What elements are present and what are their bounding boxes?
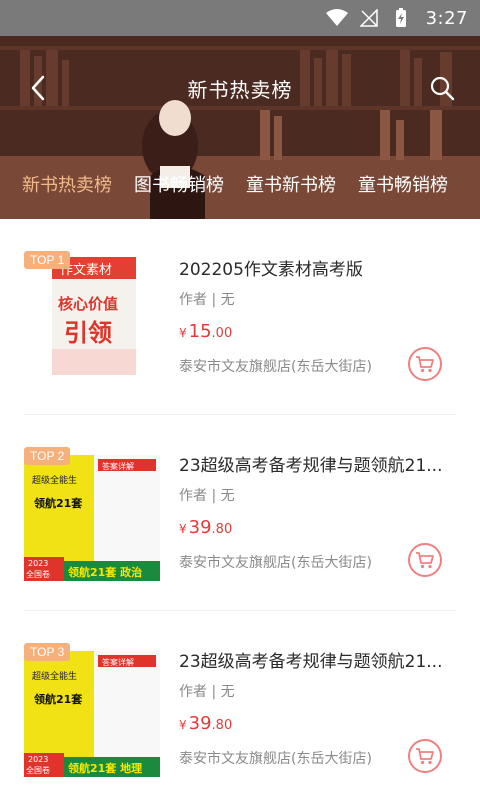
list-item[interactable]: TOP 1 作文素材 核心价值 引领 202205作文素材高考版 作者 | 无 … bbox=[24, 219, 456, 415]
clock: 3:27 bbox=[425, 7, 468, 29]
page-title: 新书热卖榜 bbox=[187, 77, 293, 102]
cover-title: 领航21套 bbox=[33, 496, 83, 510]
book-price: ¥39.80 bbox=[179, 713, 459, 734]
cover-answer-label: 答案详解 bbox=[102, 657, 134, 667]
book-title[interactable]: 23超级高考备考规律与题领航21... bbox=[179, 451, 459, 475]
add-to-cart-button[interactable] bbox=[408, 347, 442, 381]
status-bar: 3:27 bbox=[0, 0, 480, 36]
header-banner: 新书热卖榜 新书热卖榜 图书畅销榜 童书新书榜 童书畅销榜 bbox=[0, 36, 480, 219]
cart-icon bbox=[416, 356, 434, 373]
list-item[interactable]: TOP 2 超级全能生 领航21套 答案详解 2023 全国卷 领航21套 政治… bbox=[24, 415, 456, 611]
top-navigation: 新书热卖榜 bbox=[0, 36, 480, 140]
add-to-cart-button[interactable] bbox=[408, 739, 442, 773]
ranking-tabs: 新书热卖榜 图书畅销榜 童书新书榜 童书畅销榜 bbox=[0, 164, 480, 204]
add-to-cart-button[interactable] bbox=[408, 543, 442, 577]
cover-answer-label: 答案详解 bbox=[102, 461, 134, 471]
cover-headline: 引领 bbox=[64, 319, 112, 347]
book-list: TOP 1 作文素材 核心价值 引领 202205作文素材高考版 作者 | 无 … bbox=[0, 219, 480, 800]
book-cover[interactable]: 作文素材 核心价值 引领 bbox=[24, 249, 160, 385]
tab-book-bestseller[interactable]: 图书畅销榜 bbox=[123, 171, 235, 197]
cover-edition: 全国卷 bbox=[26, 569, 50, 579]
cover-series: 超级全能生 bbox=[32, 670, 77, 682]
battery-charging-icon bbox=[390, 7, 412, 29]
book-author: 作者 | 无 bbox=[179, 488, 235, 504]
currency-symbol: ¥ bbox=[179, 522, 187, 536]
tab-children-new[interactable]: 童书新书榜 bbox=[235, 171, 347, 197]
cover-subject: 领航21套 政治 bbox=[67, 565, 142, 579]
currency-symbol: ¥ bbox=[179, 718, 187, 732]
no-signal-icon bbox=[358, 7, 380, 29]
book-title[interactable]: 23超级高考备考规律与题领航21... bbox=[179, 647, 459, 671]
price-decimal: .80 bbox=[211, 522, 233, 537]
book-cover[interactable]: 超级全能生 领航21套 答案详解 2023 全国卷 领航21套 政治 bbox=[24, 445, 160, 581]
price-decimal: .80 bbox=[211, 718, 233, 733]
cover-title: 领航21套 bbox=[33, 692, 83, 706]
book-author: 作者 | 无 bbox=[179, 684, 235, 700]
search-icon bbox=[430, 76, 455, 101]
price-integer: 15 bbox=[188, 321, 212, 342]
cover-year: 2023 bbox=[28, 755, 48, 764]
back-button[interactable] bbox=[18, 68, 58, 108]
chevron-left-icon bbox=[31, 75, 45, 101]
cart-icon bbox=[416, 552, 434, 569]
cover-subtitle: 核心价值 bbox=[58, 295, 118, 313]
price-integer: 39 bbox=[188, 517, 212, 538]
price-decimal: .00 bbox=[211, 326, 233, 341]
tab-new-hot[interactable]: 新书热卖榜 bbox=[0, 171, 123, 197]
list-item[interactable]: TOP 3 超级全能生 领航21套 答案详解 2023 全国卷 领航21套 地理… bbox=[24, 611, 456, 800]
cover-edition: 全国卷 bbox=[26, 765, 50, 775]
rank-badge: TOP 1 bbox=[24, 251, 71, 269]
cover-year: 2023 bbox=[28, 559, 48, 568]
book-cover[interactable]: 超级全能生 领航21套 答案详解 2023 全国卷 领航21套 地理 bbox=[24, 641, 160, 777]
tab-children-bestseller[interactable]: 童书畅销榜 bbox=[347, 171, 459, 197]
currency-symbol: ¥ bbox=[179, 326, 187, 340]
book-price: ¥15.00 bbox=[179, 321, 459, 342]
cover-subject: 领航21套 地理 bbox=[67, 761, 142, 775]
book-price: ¥39.80 bbox=[179, 517, 459, 538]
search-button[interactable] bbox=[422, 68, 462, 108]
book-author: 作者 | 无 bbox=[179, 292, 235, 308]
book-title[interactable]: 202205作文素材高考版 bbox=[179, 255, 459, 279]
rank-badge: TOP 3 bbox=[24, 643, 71, 661]
rank-badge: TOP 2 bbox=[24, 447, 71, 465]
cart-icon bbox=[416, 748, 434, 765]
price-integer: 39 bbox=[188, 713, 212, 734]
wifi-icon bbox=[325, 7, 348, 29]
cover-series: 超级全能生 bbox=[32, 474, 77, 486]
